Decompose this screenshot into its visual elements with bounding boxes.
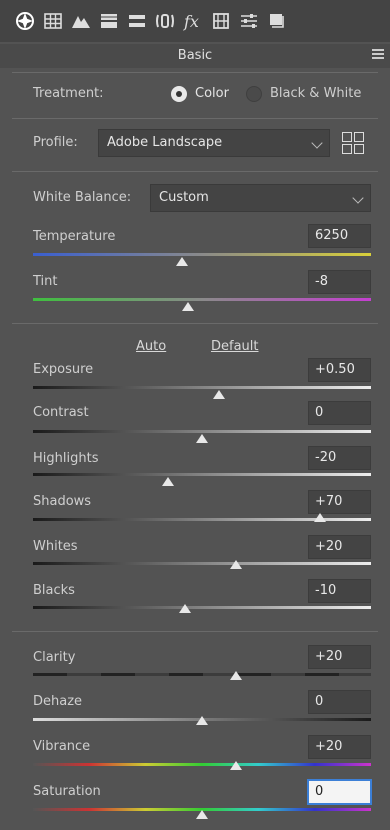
whites-value-field[interactable]: +20 [308, 535, 371, 559]
blacks-slider-thumb[interactable] [179, 604, 192, 613]
white-balance-label: White Balance: [33, 190, 132, 205]
contrast-slider-thumb[interactable] [196, 434, 208, 443]
auto-link[interactable]: Auto [136, 339, 166, 354]
highlights-value-field[interactable]: -20 [308, 446, 371, 470]
svg-text:fx: fx [183, 12, 199, 31]
whites-slider-track[interactable] [33, 562, 371, 565]
filmstrip-icon[interactable] [210, 10, 232, 32]
shadows-value-field[interactable]: +70 [308, 490, 371, 514]
divider [12, 323, 378, 324]
contrast-value-field[interactable]: 0 [308, 401, 371, 425]
aperture-icon[interactable] [14, 10, 36, 32]
clarity-label: Clarity [33, 650, 76, 665]
saturation-label: Saturation [33, 784, 101, 799]
hsl-icon[interactable] [98, 10, 120, 32]
profile-value: Adobe Landscape [107, 135, 223, 150]
grid-icon[interactable] [42, 10, 64, 32]
mountain-icon[interactable] [70, 10, 92, 32]
divider [12, 631, 378, 632]
tint-label: Tint [33, 274, 58, 289]
saturation-slider-thumb[interactable] [196, 810, 208, 819]
panel-title: Basic [177, 48, 213, 63]
profile-browser-grid-icon[interactable] [342, 132, 364, 154]
default-link[interactable]: Default [211, 339, 259, 354]
panel-title-bar: Basic [0, 44, 390, 68]
tint-value-field[interactable]: -8 [308, 270, 371, 294]
clarity-value-field[interactable]: +20 [308, 645, 371, 669]
exposure-value-field[interactable]: +0.50 [308, 358, 371, 382]
blacks-slider-track[interactable] [33, 606, 371, 609]
panel-menu-icon[interactable] [372, 49, 384, 61]
sliders-icon[interactable] [238, 10, 260, 32]
shadows-label: Shadows [33, 494, 92, 509]
dehaze-value-field[interactable]: 0 [308, 690, 371, 714]
color-radio[interactable] [171, 86, 187, 102]
treatment-label: Treatment: [33, 86, 104, 101]
exposure-label: Exposure [33, 362, 94, 377]
profile-dropdown[interactable]: Adobe Landscape [98, 129, 330, 157]
whites-label: Whites [33, 539, 78, 554]
chevron-down-icon [352, 192, 364, 204]
divider [12, 118, 378, 119]
contrast-slider-track[interactable] [33, 430, 371, 433]
white-balance-value: Custom [159, 190, 209, 205]
tint-slider-track[interactable] [33, 298, 371, 301]
vibrance-slider-thumb[interactable] [229, 761, 242, 770]
black-white-radio[interactable] [246, 86, 262, 102]
black-white-radio-label[interactable]: Black & White [270, 86, 361, 101]
panel-tabs-toolbar: fx [0, 0, 390, 42]
saturation-value-field[interactable]: 0 [308, 780, 371, 804]
split-tone-icon[interactable] [126, 10, 148, 32]
exposure-slider-track[interactable] [33, 386, 371, 389]
clarity-slider-thumb[interactable] [229, 671, 242, 680]
shadows-slider-thumb[interactable] [314, 513, 327, 522]
blacks-value-field[interactable]: -10 [308, 579, 371, 603]
vibrance-slider-track[interactable] [33, 763, 371, 766]
highlights-slider-track[interactable] [33, 473, 371, 476]
temperature-label: Temperature [33, 229, 116, 244]
dehaze-slider-thumb[interactable] [196, 716, 208, 725]
contrast-label: Contrast [33, 405, 89, 420]
temperature-slider-thumb[interactable] [175, 257, 188, 266]
blacks-label: Blacks [33, 583, 75, 598]
clarity-slider-track[interactable] [33, 673, 371, 676]
lens-icon[interactable] [154, 10, 176, 32]
tint-slider-thumb[interactable] [182, 302, 195, 311]
fx-icon[interactable]: fx [182, 10, 204, 32]
color-radio-label[interactable]: Color [195, 86, 229, 101]
temperature-value-field[interactable]: 6250 [308, 224, 371, 248]
stack-icon[interactable] [266, 10, 288, 32]
highlights-label: Highlights [33, 451, 99, 466]
divider [12, 171, 378, 172]
vibrance-label: Vibrance [33, 739, 91, 754]
chevron-down-icon [311, 137, 323, 149]
highlights-slider-thumb[interactable] [162, 477, 175, 486]
whites-slider-thumb[interactable] [229, 560, 242, 569]
white-balance-dropdown[interactable]: Custom [150, 184, 371, 212]
temperature-slider-track[interactable] [33, 253, 371, 256]
divider [12, 72, 378, 73]
vibrance-value-field[interactable]: +20 [308, 735, 371, 759]
dehaze-label: Dehaze [33, 694, 83, 709]
exposure-slider-thumb[interactable] [212, 390, 225, 399]
profile-label: Profile: [33, 135, 78, 150]
